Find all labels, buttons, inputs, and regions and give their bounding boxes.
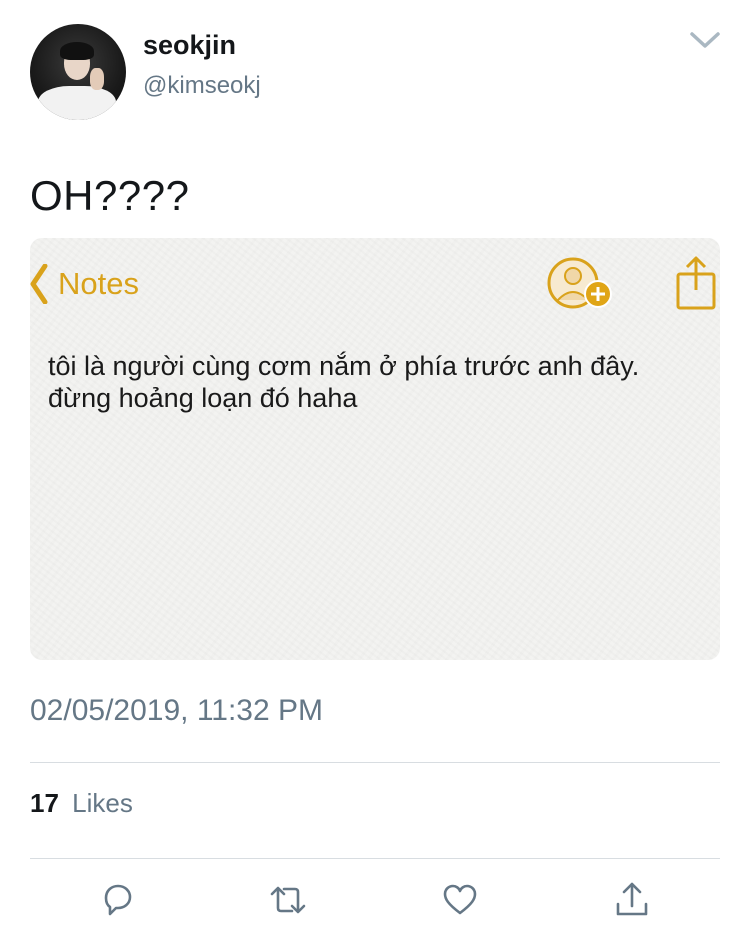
add-contact-icon: [546, 256, 618, 312]
chevron-left-icon: [30, 264, 48, 304]
avatar-shirt: [38, 86, 116, 120]
likes-stat[interactable]: 17 Likes: [30, 788, 133, 819]
tweet-timestamp[interactable]: 02/05/2019, 11:32 PM: [30, 694, 323, 728]
avatar[interactable]: [30, 24, 126, 120]
heart-icon[interactable]: [440, 880, 480, 920]
retweet-icon[interactable]: [268, 880, 308, 920]
share-icon[interactable]: [612, 880, 652, 920]
tweet-text: OH????: [30, 172, 190, 219]
note-body: tôi là người cùng cơm nắm ở phía trước a…: [48, 350, 708, 414]
likes-label: Likes: [72, 788, 133, 818]
divider: [30, 762, 720, 763]
notes-app-title: Notes: [58, 266, 139, 301]
avatar-hand: [90, 68, 104, 90]
reply-icon[interactable]: [98, 880, 138, 920]
note-line: tôi là người cùng cơm nắm ở phía trước a…: [48, 351, 640, 381]
likes-count: 17: [30, 788, 59, 818]
display-name[interactable]: seokjin: [143, 30, 236, 61]
chevron-down-icon[interactable]: [688, 28, 722, 52]
note-line: đừng hoảng loạn đó haha: [48, 383, 358, 413]
user-handle[interactable]: @kimseokj: [143, 72, 261, 100]
notes-back-button: Notes: [30, 264, 139, 304]
divider: [30, 858, 720, 859]
avatar-hair: [60, 42, 94, 60]
tweet-media-notes-screenshot[interactable]: Notes tôi là người cùng cơm nắm ở phía t…: [30, 238, 720, 660]
notes-share-icon: [674, 254, 718, 312]
